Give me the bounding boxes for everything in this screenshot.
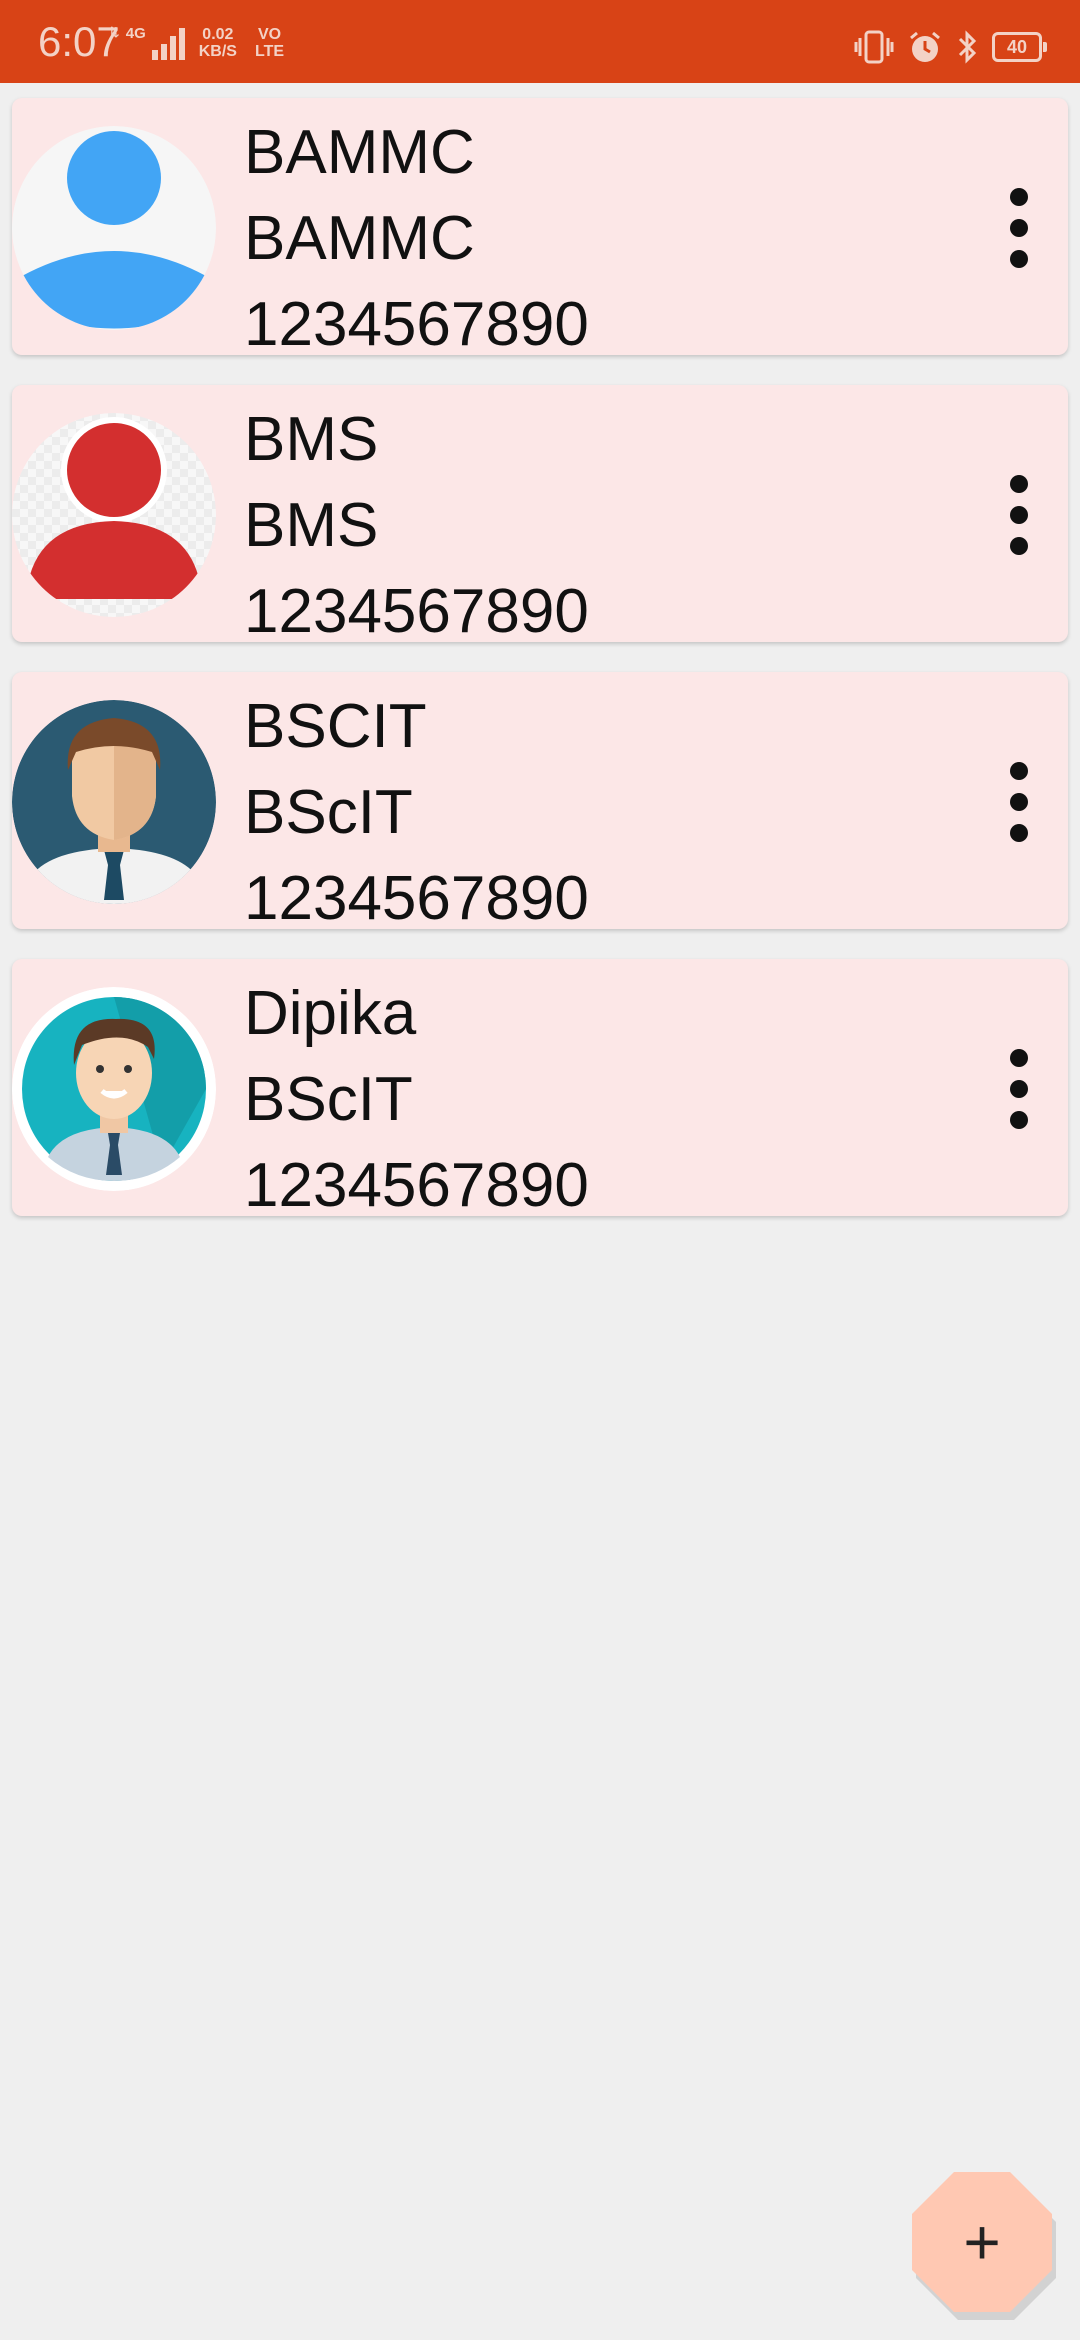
avatar-red-person-icon (12, 413, 216, 617)
contact-card[interactable]: BMS BMS 1234567890 (12, 385, 1068, 646)
more-options-icon[interactable] (1006, 1049, 1032, 1129)
avatar-man-teal-icon (12, 987, 216, 1191)
avatar-blue-person-icon (12, 126, 216, 330)
data-arrows-icon: ⇅ (108, 24, 120, 40)
contact-phone: 1234567890 (244, 864, 589, 933)
speed-indicator: 0.02 KB/S (199, 26, 237, 60)
volte-top: VO (257, 26, 282, 43)
battery-icon: 40 (992, 32, 1047, 62)
speed-unit: KB/S (198, 43, 237, 60)
more-options-icon[interactable] (1006, 475, 1032, 555)
contact-name: BMS (244, 405, 379, 474)
more-options-icon[interactable] (1006, 762, 1032, 842)
contact-details: BAMMC BAMMC 1234567890 (244, 110, 589, 368)
contact-name: BSCIT (244, 692, 427, 761)
contact-course: BScIT (244, 1065, 413, 1134)
vibrate-icon (854, 30, 894, 64)
contact-course: BScIT (244, 778, 413, 847)
contact-name: Dipika (244, 979, 417, 1048)
contact-phone: 1234567890 (244, 1151, 589, 1220)
contact-phone: 1234567890 (244, 290, 589, 359)
network-type: 4G (125, 25, 146, 42)
avatar-man-navy-icon (12, 700, 216, 904)
contact-course: BMS (244, 491, 379, 560)
speed-value: 0.02 (202, 26, 234, 43)
contact-name: BAMMC (244, 118, 475, 187)
contact-card[interactable]: BAMMC BAMMC 1234567890 (12, 98, 1068, 359)
add-contact-button[interactable]: + (912, 2172, 1052, 2312)
alarm-icon (910, 31, 940, 62)
contact-details: BMS BMS 1234567890 (244, 397, 589, 655)
network-indicators: ⇅ 4G 0.02 KB/S VO LTE (108, 24, 284, 66)
contact-details: BSCIT BScIT 1234567890 (244, 684, 589, 942)
more-options-icon[interactable] (1006, 188, 1032, 268)
contact-details: Dipika BScIT 1234567890 (244, 971, 589, 1229)
contact-phone: 1234567890 (244, 577, 589, 646)
status-bar: 6:07 ⇅ 4G 0.02 KB/S VO LTE 40 (0, 0, 1080, 83)
volte-indicator: VO LTE (255, 26, 284, 60)
contact-card[interactable]: BSCIT BScIT 1234567890 (12, 672, 1068, 933)
contact-list: BAMMC BAMMC 1234567890 BMS BMS 123456789… (12, 98, 1068, 1246)
signal-icon (151, 26, 185, 60)
system-icons: 40 (854, 30, 1047, 64)
volte-bottom: LTE (254, 43, 285, 60)
bluetooth-icon (958, 30, 977, 64)
contact-card[interactable]: Dipika BScIT 1234567890 (12, 959, 1068, 1220)
contact-course: BAMMC (244, 204, 475, 273)
add-icon: + (963, 2206, 1001, 2278)
